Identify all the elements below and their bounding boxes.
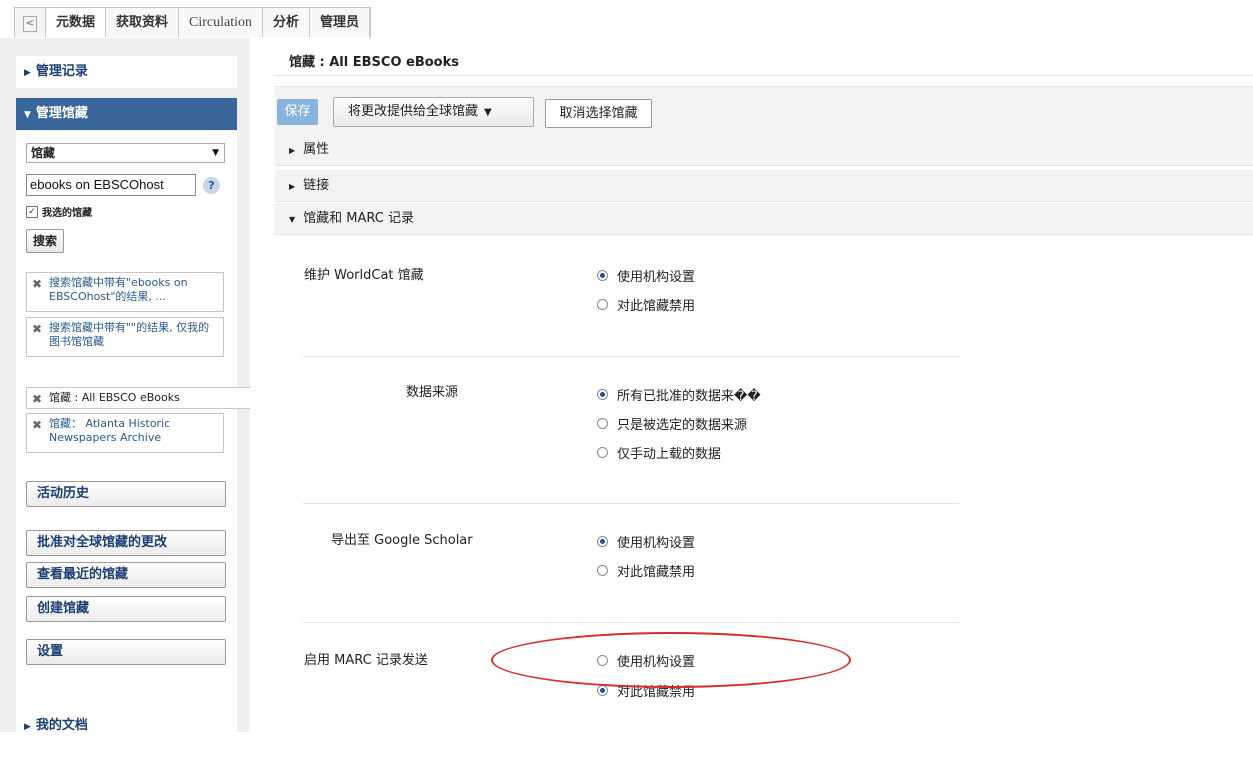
radio-button[interactable] <box>597 447 608 458</box>
radio-button[interactable] <box>597 685 608 696</box>
search-type-value: 馆藏 <box>31 146 56 160</box>
radio-label: 所有已批准的数据来�� <box>617 389 761 404</box>
section-label: 馆藏和 MARC 记录 <box>303 211 414 226</box>
offer-global-label: 将更改提供给全球馆藏 <box>348 104 479 119</box>
collection-panel: 馆藏 ▼ ebooks on EBSCOhost ? ✓ 我选的馆藏 搜索 ✖ … <box>16 131 250 767</box>
close-icon[interactable]: ✖ <box>32 322 42 336</box>
radio-label: 对此馆藏禁用 <box>617 299 696 314</box>
dropdown-arrow-icon: ▼ <box>212 148 219 158</box>
page-title: 馆藏 : All EBSCO eBooks <box>275 50 1253 76</box>
opened-collection-label: 馆藏 : All EBSCO eBooks <box>49 391 180 404</box>
recent-search-item[interactable]: ✖ 搜索馆藏中带有"ebooks on EBSCOhost"的结果, ... <box>26 272 224 312</box>
checkmark-icon: ✓ <box>26 205 38 218</box>
activity-history-button[interactable]: 活动历史 <box>26 481 226 507</box>
tab-analytics[interactable]: 分析 <box>263 8 311 37</box>
collapse-sidebar-button[interactable]: < <box>15 8 46 37</box>
section-attributes[interactable]: ▶ 属性 <box>275 134 1253 166</box>
radio-option[interactable]: 使用机构设置 <box>597 532 695 551</box>
radio-button[interactable] <box>597 418 608 429</box>
sidebar-item-my-files[interactable]: ▶ 我的文档 <box>16 710 237 742</box>
radio-option[interactable]: 仅手动上载的数据 <box>597 443 721 462</box>
top-tabs: < 元数据 获取资料 Circulation 分析 管理员 <box>14 7 372 38</box>
search-button[interactable]: 搜索 <box>26 229 65 253</box>
radio-label: 使用机构设置 <box>617 536 696 551</box>
dropdown-arrow-icon: ▼ <box>484 107 492 118</box>
radio-button[interactable] <box>597 270 608 281</box>
save-button[interactable]: 保存 <box>277 99 318 125</box>
sidebar: ▶ 管理记录 ▼ 管理馆藏 馆藏 ▼ ebooks on EBSCOhost ? ✓… <box>0 38 250 767</box>
radio-label: 对此馆藏禁用 <box>617 565 696 580</box>
radio-option[interactable]: 对此馆藏禁用 <box>597 681 695 700</box>
top-nav-bar: < 元数据 获取资料 Circulation 分析 管理员 <box>0 0 1253 38</box>
setting-label-maintain-worldcat: 维护 WorldCat 馆藏 <box>304 268 424 283</box>
triangle-down-icon: ▼ <box>289 215 296 224</box>
sidebar-item-manage-collections[interactable]: ▼ 管理馆藏 <box>16 98 237 130</box>
sidebar-item-manage-records[interactable]: ▶ 管理记录 <box>16 56 237 88</box>
radio-option[interactable]: 所有已批准的数据来�� <box>597 385 761 404</box>
tab-admin[interactable]: 管理员 <box>310 8 371 37</box>
view-recent-collections-button[interactable]: 查看最近的馆藏 <box>26 562 226 588</box>
sidebar-item-label: 管理馆藏 <box>35 106 88 121</box>
triangle-down-icon: ▼ <box>24 110 31 120</box>
tab-metadata[interactable]: 元数据 <box>46 8 107 37</box>
radio-option[interactable]: 使用机构设置 <box>597 266 695 285</box>
radio-button[interactable] <box>597 655 608 666</box>
radio-label: 使用机构设置 <box>617 655 696 670</box>
chevron-left-icon: < <box>23 16 37 32</box>
triangle-right-icon: ▶ <box>289 146 296 155</box>
section-label: 属性 <box>303 142 330 157</box>
tab-acquisitions[interactable]: 获取资料 <box>106 8 180 37</box>
setting-label-data-source: 数据来源 <box>406 385 459 400</box>
radio-option[interactable]: 只是被选定的数据来源 <box>597 414 747 433</box>
section-label: 链接 <box>303 178 330 193</box>
radio-option[interactable]: 对此馆藏禁用 <box>597 561 695 580</box>
sidebar-item-label: 管理记录 <box>35 64 88 79</box>
radio-button[interactable] <box>597 299 608 310</box>
opened-collection-item[interactable]: ✖ 馆藏： Atlanta Historic Newspapers Archiv… <box>26 413 224 453</box>
radio-label: 仅手动上载的数据 <box>617 447 722 462</box>
opened-collection-item[interactable]: ✖ 馆藏 : All EBSCO eBooks <box>26 387 250 409</box>
radio-option[interactable]: 使用机构设置 <box>597 651 695 670</box>
close-icon[interactable]: ✖ <box>32 277 42 291</box>
settings-button[interactable]: 设置 <box>26 639 226 665</box>
recent-search-label: 搜索馆藏中带有"ebooks on EBSCOhost"的结果, ... <box>49 276 188 303</box>
divider <box>303 622 959 623</box>
sidebar-item-label: 我的文档 <box>35 718 88 733</box>
close-icon[interactable]: ✖ <box>32 392 42 406</box>
cancel-select-button[interactable]: 取消选择馆藏 <box>545 99 652 128</box>
divider <box>303 356 959 357</box>
my-collections-checkbox[interactable]: ✓ 我选的馆藏 <box>26 204 92 219</box>
triangle-right-icon: ▶ <box>24 722 31 732</box>
setting-label-google-scholar: 导出至 Google Scholar <box>331 533 473 548</box>
radio-label: 只是被选定的数据来源 <box>617 418 748 433</box>
approve-global-changes-button[interactable]: 批准对全球馆藏的更改 <box>26 530 226 556</box>
radio-button[interactable] <box>597 389 608 400</box>
opened-collection-label: 馆藏： Atlanta Historic Newspapers Archive <box>49 417 171 444</box>
radio-button[interactable] <box>597 536 608 547</box>
create-collection-button[interactable]: 创建馆藏 <box>26 596 226 622</box>
recent-search-label: 搜索馆藏中带有""的结果, 仅我的图书馆馆藏 <box>49 321 210 348</box>
help-icon[interactable]: ? <box>203 177 220 194</box>
offer-global-dropdown-button[interactable]: 将更改提供给全球馆藏 ▼ <box>333 97 534 127</box>
tab-circulation[interactable]: Circulation <box>179 8 264 37</box>
radio-option[interactable]: 对此馆藏禁用 <box>597 295 695 314</box>
triangle-right-icon: ▶ <box>24 68 31 78</box>
radio-label: 使用机构设置 <box>617 270 696 285</box>
search-type-select[interactable]: 馆藏 ▼ <box>26 143 225 163</box>
toolbar: 保存 将更改提供给全球馆藏 ▼ 取消选择馆藏 <box>275 86 1253 135</box>
divider <box>303 503 959 504</box>
radio-button[interactable] <box>597 565 608 576</box>
section-holdings-marc[interactable]: ▼ 馆藏和 MARC 记录 <box>275 203 1253 235</box>
triangle-right-icon: ▶ <box>289 182 296 191</box>
recent-search-item[interactable]: ✖ 搜索馆藏中带有""的结果, 仅我的图书馆馆藏 <box>26 317 224 357</box>
search-input[interactable]: ebooks on EBSCOhost <box>26 174 196 196</box>
my-collections-label: 我选的馆藏 <box>42 208 92 219</box>
section-links[interactable]: ▶ 链接 <box>275 170 1253 202</box>
setting-label-marc-delivery: 启用 MARC 记录发送 <box>304 653 428 668</box>
radio-label: 对此馆藏禁用 <box>617 685 696 700</box>
close-icon[interactable]: ✖ <box>32 418 42 432</box>
